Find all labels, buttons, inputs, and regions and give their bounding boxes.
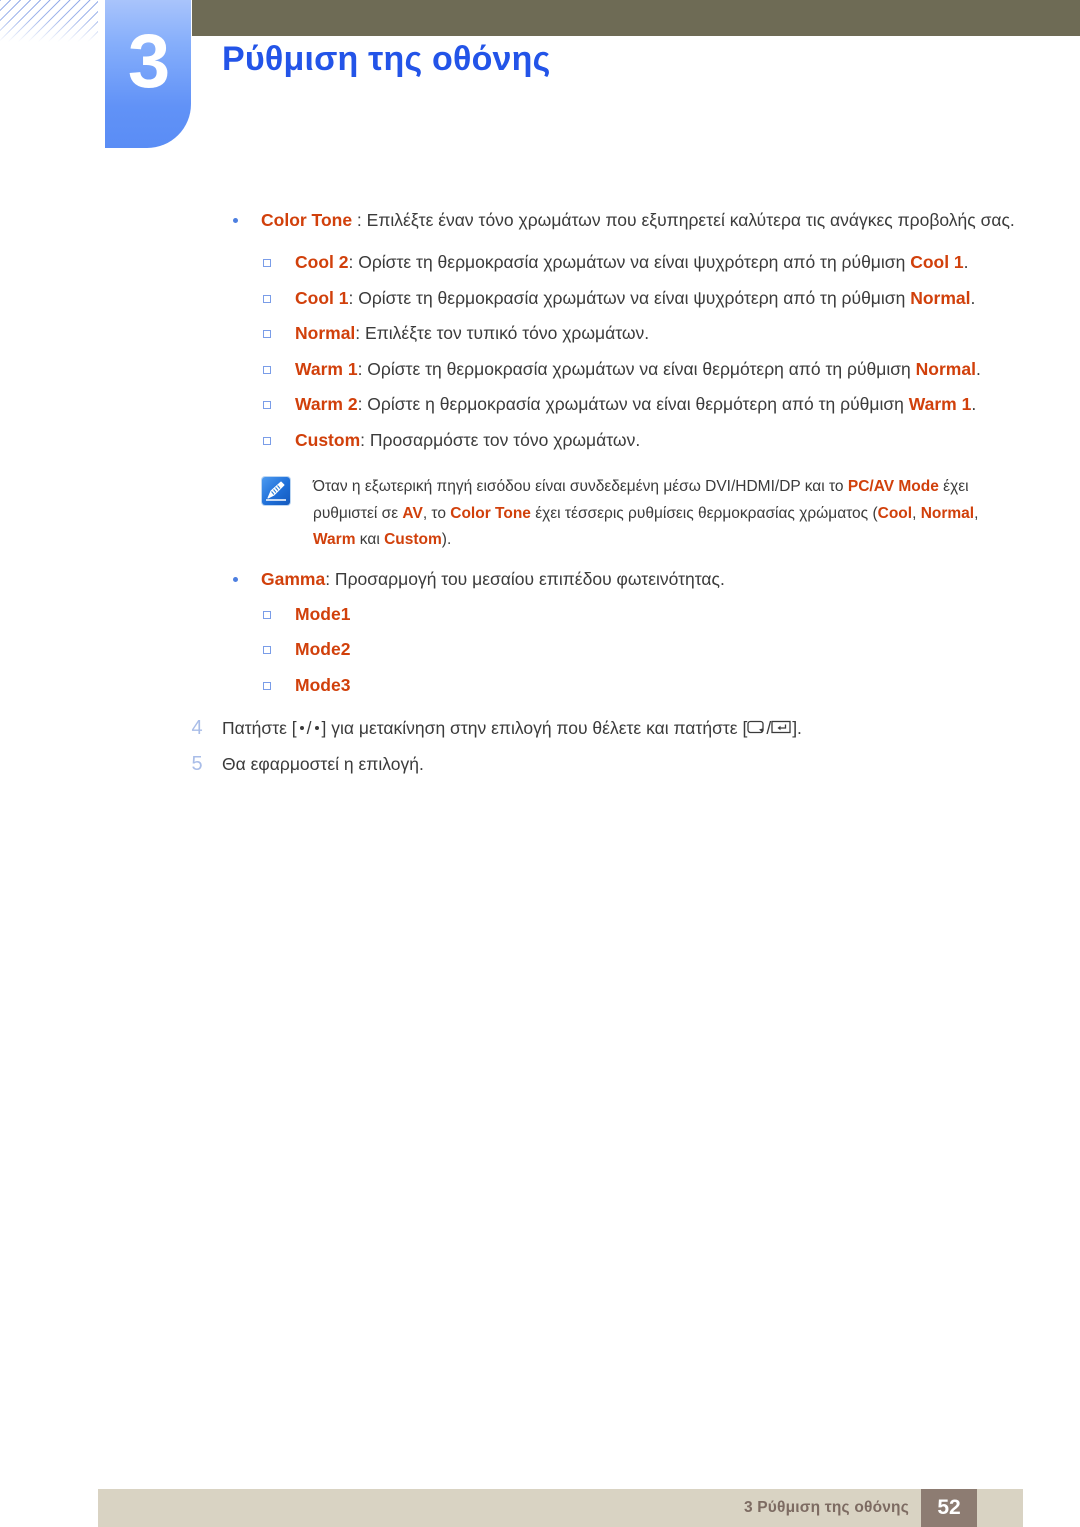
list-item: Custom: Προσαρμόστε τον τόνο χρωμάτων. (0, 425, 1080, 457)
list-item-mode3: Mode3 (0, 670, 1080, 702)
term-mode2: Mode2 (295, 639, 351, 659)
step-text-3: ]. (792, 718, 802, 738)
header-olive-bar (192, 0, 1080, 36)
text-tail: . (963, 252, 969, 272)
term-ref: Cool 1 (910, 252, 964, 272)
text-color-tone: : Επιλέξτε έναν τόνο χρωμάτων που εξυπηρ… (352, 210, 1015, 230)
list-item: Cool 2: Ορίστε τη θερμοκρασία χρωμάτων ν… (0, 247, 1080, 279)
note-term-av: AV (402, 504, 423, 522)
list-item: Cool 1: Ορίστε τη θερμοκρασία χρωμάτων ν… (0, 283, 1080, 315)
term: Warm 2 (295, 394, 358, 414)
bullet-square-icon (263, 436, 271, 445)
note-text-5: , (912, 504, 921, 522)
term: Warm 1 (295, 358, 358, 379)
term-mode1: Mode1 (295, 603, 351, 624)
term-mode3: Mode3 (295, 674, 351, 695)
page-footer: 3 Ρύθμιση της οθόνης 52 (98, 1489, 1023, 1527)
note-term-warm: Warm (313, 531, 356, 548)
term-color-tone: Color Tone (261, 210, 353, 230)
page-title: Ρύθμιση της οθόνης (222, 40, 551, 78)
term: Normal (295, 323, 356, 343)
note-text-4: έχει τέσσερις ρυθμίσεις θερμοκρασίας χρώ… (530, 504, 878, 522)
term: Custom (295, 429, 361, 450)
note-term-pcav: PC/AV Mode (847, 478, 939, 495)
button-dot-icon (314, 726, 319, 730)
chapter-number: 3 (127, 19, 170, 104)
term-ref: Normal (915, 358, 976, 379)
text-gamma: : Προσαρμογή του μεσαίου επιπέδου φωτειν… (325, 568, 725, 589)
text-tail: . (970, 287, 976, 308)
step-text-1: Πατήστε [ (222, 718, 297, 738)
text-tail: . (975, 358, 981, 379)
list-item-mode1: Mode1 (0, 599, 1080, 631)
text: : Ορίστε η θερμοκρασία χρωμάτων να είναι… (357, 394, 909, 414)
text: : Επιλέξτε τον τυπικό τόνο χρωμάτων. (355, 323, 650, 343)
term-gamma: Gamma (261, 568, 326, 589)
bullet-square-icon (263, 401, 271, 409)
step-item-4: 4 Πατήστε [ / ] για μετακίνηση στην επιλογή… (0, 711, 1080, 747)
bullet-square-icon (263, 294, 271, 303)
term-ref: Normal (910, 287, 971, 308)
page-content: Color Tone : Επιλέξτε έναν τόνο χρωμάτων… (0, 205, 1080, 782)
list-item-mode2: Mode2 (0, 634, 1080, 666)
manual-page: 3 Ρύθμιση της οθόνης Color Tone : Επιλέξ… (0, 0, 1080, 1527)
term: Cool 2 (295, 252, 349, 272)
note-text-7: και (355, 531, 385, 548)
text: : Προσαρμόστε τον τόνο χρωμάτων. (360, 429, 641, 450)
button-dot-icon (299, 726, 304, 730)
step-number: 4 (191, 717, 203, 739)
bullet-square-icon (263, 681, 271, 690)
chapter-tab: 3 (105, 0, 191, 148)
term-ref: Warm 1 (908, 394, 972, 414)
bullet-dot-icon (233, 576, 238, 582)
term: Cool 1 (295, 287, 349, 308)
enter-button-icon (771, 712, 792, 747)
step-sep-1: / (306, 718, 312, 738)
bullet-dot-icon (233, 218, 238, 223)
step-item-5: 5 Θα εφαρμοστεί η επιλογή. (0, 747, 1080, 782)
text: : Ορίστε τη θερμοκρασία χρωμάτων να είνα… (348, 252, 911, 272)
note-term-cool: Cool (877, 504, 913, 522)
bullet-square-icon (263, 610, 271, 619)
bullet-square-icon (263, 259, 271, 267)
footer-chapter-label: 3 Ρύθμιση της οθόνης (743, 1499, 909, 1516)
list-item-color-tone: Color Tone : Επιλέξτε έναν τόνο χρωμάτων… (0, 205, 1080, 236)
note-text-8: ). (441, 531, 452, 548)
note-text-1: Όταν η εξωτερική πηγή εισόδου είναι συνδ… (313, 478, 848, 495)
note-text-6: , (974, 504, 979, 522)
step-number: 5 (191, 753, 203, 775)
bullet-square-icon (263, 646, 271, 654)
bullet-square-icon (263, 365, 271, 374)
page-number-badge: 52 (921, 1489, 977, 1527)
step-text-2: ] για μετακίνηση στην επιλογή που θέλετε… (321, 718, 748, 738)
hatch-pattern-decoration (0, 0, 98, 42)
bullet-square-icon (263, 330, 271, 338)
note-term-normal: Normal (920, 504, 975, 522)
list-item: Warm 1: Ορίστε τη θερμοκρασία χρωμάτων ν… (0, 354, 1080, 386)
text: : Ορίστε τη θερμοκρασία χρωμάτων να είνα… (348, 287, 911, 308)
note-term-custom: Custom (384, 531, 442, 548)
text: : Ορίστε τη θερμοκρασία χρωμάτων να είνα… (357, 358, 916, 379)
note-term-colortone: Color Tone (450, 504, 531, 522)
note-pen-icon (262, 477, 290, 505)
note-text-3: , το (422, 504, 451, 522)
list-item-gamma: Gamma: Προσαρμογή του μεσαίου επιπέδου φ… (0, 564, 1080, 595)
menu-button-icon (747, 712, 766, 747)
list-item: Normal: Επιλέξτε τον τυπικό τόνο χρωμάτω… (0, 318, 1080, 350)
step-text: Θα εφαρμοστεί η επιλογή. (222, 754, 424, 774)
text-tail: . (971, 394, 977, 414)
note-block: Όταν η εξωτερική πηγή εισόδου είναι συνδ… (0, 474, 1080, 554)
numbered-steps: 4 Πατήστε [ / ] για μετακίνηση στην επιλογή… (0, 711, 1080, 782)
list-item: Warm 2: Ορίστε η θερμοκρασία χρωμάτων να… (0, 389, 1080, 421)
